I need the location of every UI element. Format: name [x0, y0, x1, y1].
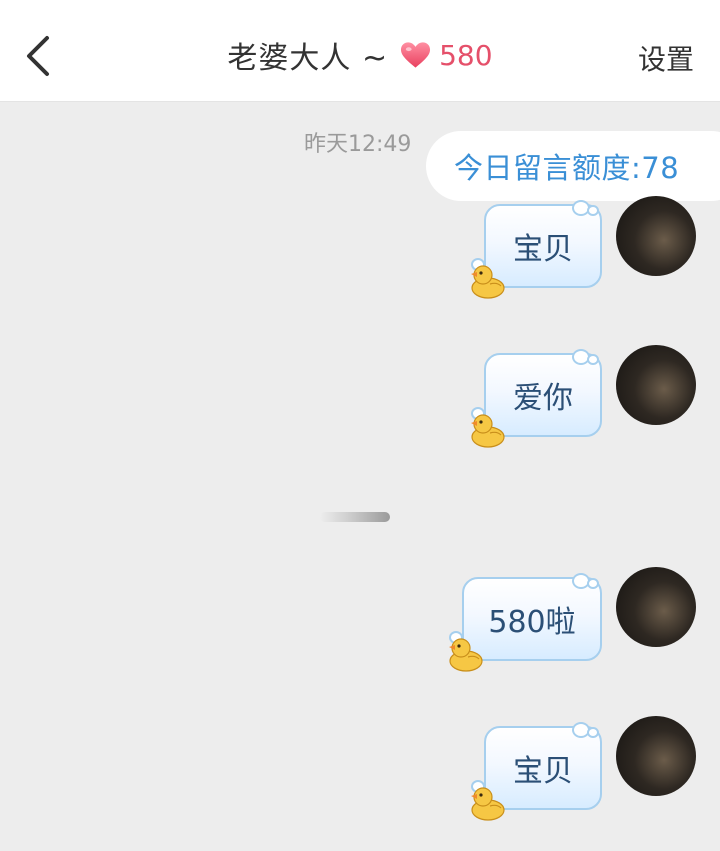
duck-icon	[446, 635, 486, 673]
message-row: 宝贝	[0, 196, 720, 306]
loading-indicator	[320, 512, 390, 522]
avatar[interactable]	[616, 196, 696, 276]
duck-icon	[468, 784, 508, 822]
bubble-decoration	[587, 205, 599, 216]
bubble-decoration	[587, 727, 599, 738]
duck-icon	[468, 262, 508, 300]
daily-quota-notice: 今日留言额度:78	[426, 131, 720, 201]
bubble-decoration	[587, 354, 599, 365]
title-area: 老婆大人 ~ 580	[0, 30, 720, 80]
message-text: 爱你	[513, 381, 573, 416]
settings-button[interactable]: 设置	[638, 38, 694, 78]
bubble-decoration	[587, 578, 599, 589]
message-text: 宝贝	[513, 754, 573, 789]
intimacy-score: 580	[439, 38, 493, 72]
message-text: 宝贝	[513, 232, 573, 267]
avatar[interactable]	[616, 567, 696, 647]
avatar[interactable]	[616, 716, 696, 796]
message-row: 宝贝	[0, 716, 720, 826]
heart-icon	[401, 42, 431, 68]
contact-name: 老婆大人 ~	[227, 41, 389, 76]
message-text: 580啦	[488, 605, 576, 640]
duck-icon	[468, 411, 508, 449]
chat-header: 老婆大人 ~ 580 设置	[0, 0, 720, 102]
avatar[interactable]	[616, 345, 696, 425]
message-row: 爱你	[0, 345, 720, 455]
message-timestamp: 昨天12:49	[304, 132, 412, 157]
quota-text: 今日留言额度:78	[454, 151, 680, 185]
message-row: 580啦	[0, 567, 720, 677]
